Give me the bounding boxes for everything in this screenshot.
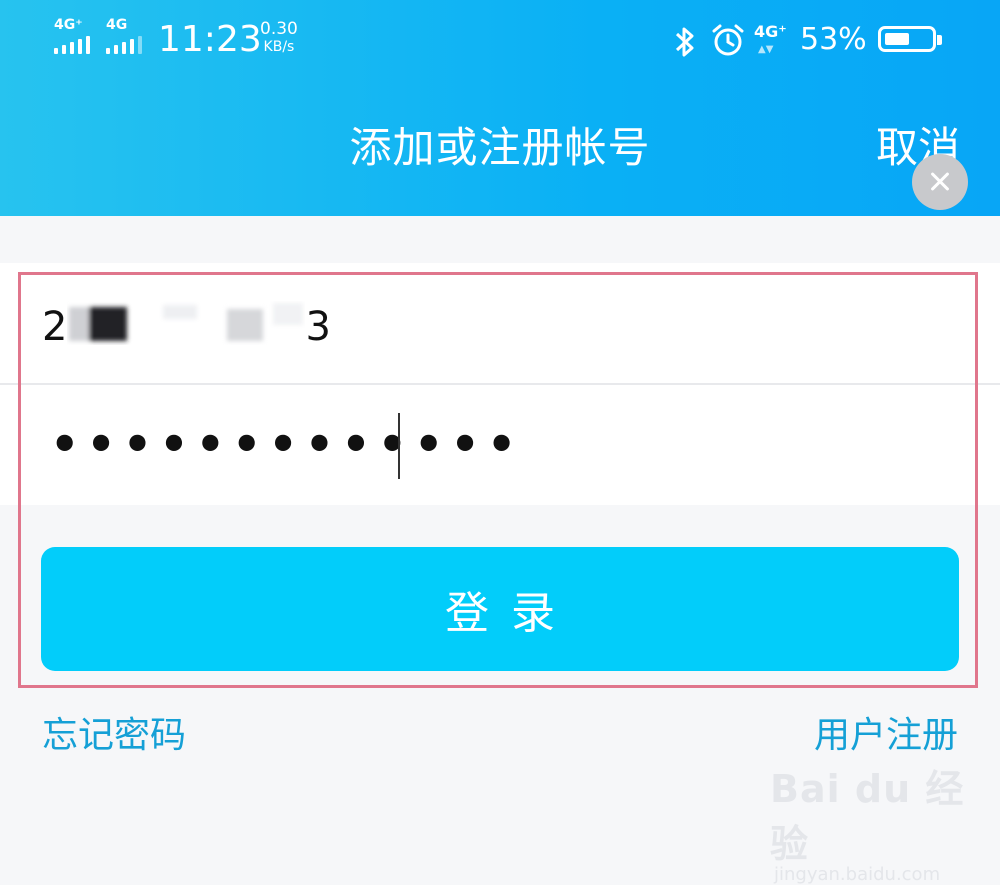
network-speed-unit: KB/s bbox=[263, 39, 295, 55]
network-type-label: 4G⁺ bbox=[54, 17, 83, 33]
password-input-value[interactable]: ••••••••••••• bbox=[50, 413, 523, 475]
account-field[interactable]: 2 3 bbox=[0, 263, 1000, 383]
text-cursor bbox=[398, 413, 400, 479]
forgot-password-link[interactable]: 忘记密码 bbox=[42, 714, 186, 758]
network-speed-value: 0.30 bbox=[260, 19, 298, 39]
page-title: 添加或注册帐号 bbox=[349, 123, 651, 172]
network-type-label: 4G⁺ bbox=[754, 22, 787, 41]
account-value-end: 3 bbox=[305, 304, 331, 350]
register-link[interactable]: 用户注册 bbox=[814, 714, 958, 758]
password-field[interactable]: ••••••••••••• bbox=[0, 385, 1000, 505]
login-button[interactable]: 登录 bbox=[41, 547, 959, 671]
battery-icon bbox=[878, 26, 942, 52]
data-arrows-icon: ▲▼ bbox=[758, 44, 774, 55]
mobile-data-indicator: 4G⁺ ▲▼ bbox=[754, 22, 787, 55]
bluetooth-icon bbox=[675, 27, 694, 57]
watermark-logo: Bai du 经验 bbox=[770, 767, 965, 866]
network-speed: 0.30 KB/s bbox=[260, 20, 298, 56]
account-input-value[interactable]: 2 3 bbox=[42, 301, 331, 357]
alarm-icon bbox=[712, 24, 744, 56]
status-bar: 4G⁺ 4G 11:23 0.30 KB/s 4G⁺ ▲▼ 53% bbox=[0, 0, 1000, 80]
login-form: 2 3 ••••••••••••• bbox=[0, 263, 1000, 505]
account-value-start: 2 bbox=[42, 304, 68, 350]
battery-percent: 53% bbox=[800, 22, 867, 57]
clock: 11:23 bbox=[158, 19, 262, 60]
network-type-label: 4G bbox=[106, 17, 128, 33]
battery-fill bbox=[885, 33, 909, 45]
redacted-blur bbox=[67, 301, 305, 357]
watermark-url: jingyan.baidu.com bbox=[774, 864, 941, 885]
app-header: 4G⁺ 4G 11:23 0.30 KB/s 4G⁺ ▲▼ 53% 添加或注册帐… bbox=[0, 0, 1000, 216]
baidu-watermark: Bai du 经验 jingyan.baidu.com bbox=[770, 758, 1000, 885]
clear-icon[interactable] bbox=[912, 154, 968, 210]
